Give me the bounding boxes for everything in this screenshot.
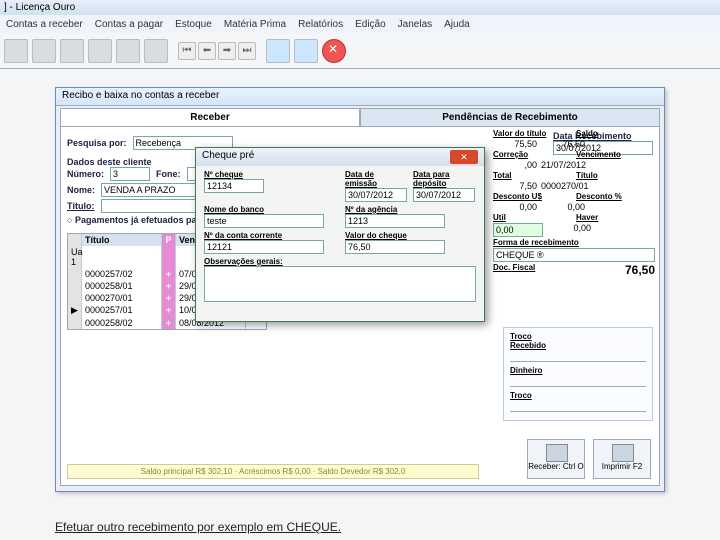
menu-ajuda[interactable]: Ajuda xyxy=(444,19,470,30)
saldo-label: Saldo xyxy=(576,129,655,138)
obs-textarea[interactable] xyxy=(204,266,476,302)
valor-titulo-value: 75,50 xyxy=(493,139,537,149)
tab-pendencias[interactable]: Pendências de Recebimento xyxy=(360,108,660,126)
ncheque-input[interactable] xyxy=(204,179,264,193)
menu-janelas[interactable]: Janelas xyxy=(398,19,432,30)
modal-title: Cheque pré xyxy=(202,150,254,164)
grid-header-titulo: Título xyxy=(82,234,162,246)
haver-value: 0,00 xyxy=(547,223,591,237)
receber-button[interactable]: Receber: Ctrl O xyxy=(527,439,585,479)
agencia-label: Nº da agência xyxy=(345,205,476,214)
menu-estoque[interactable]: Estoque xyxy=(175,19,212,30)
ncheque-label: Nº cheque xyxy=(204,170,335,179)
modal-close-icon[interactable]: ✕ xyxy=(450,150,478,164)
grid-header-sel xyxy=(68,234,82,246)
titulo-input[interactable] xyxy=(101,199,201,213)
pesquisa-label: Pesquisa por: xyxy=(67,138,127,148)
agencia-input[interactable] xyxy=(345,214,445,228)
menu-contas-pagar[interactable]: Contas a pagar xyxy=(95,19,163,30)
doc-fiscal-value: 76,50 xyxy=(611,263,655,277)
numero-input[interactable] xyxy=(110,167,150,181)
doc-fiscal-label: Doc. Fiscal xyxy=(493,263,607,277)
toolbar-button-close[interactable] xyxy=(322,39,346,63)
obs-label: Observações gerais: xyxy=(204,257,476,266)
troco-label: Troco xyxy=(510,391,646,400)
right-summary: Valor do título Saldo 75,50 76,50 Correção… xyxy=(493,129,655,277)
desc-us-value: 0,00 xyxy=(493,202,537,212)
deposito-input[interactable] xyxy=(413,188,475,202)
status-bar: Saldo principal R$ 302,10 · Acréscimos R… xyxy=(67,464,479,479)
imprimir-button[interactable]: Imprimir F2 xyxy=(593,439,651,479)
nav-prev-icon[interactable]: ⬅ xyxy=(198,42,216,60)
titulo-label: Título: xyxy=(67,201,95,211)
tab-receber[interactable]: Receber xyxy=(60,108,360,126)
desc-pct-label: Desconto % xyxy=(576,192,655,201)
desc-pct-value: 0,00 xyxy=(541,202,585,212)
nav-last-icon[interactable]: ⏭ xyxy=(238,42,256,60)
correcao-label: Correção xyxy=(493,150,572,159)
util-label: Util xyxy=(493,213,572,222)
troco-title: Troco xyxy=(510,332,646,341)
toolbar-button-image2[interactable] xyxy=(294,39,318,63)
conta-label: Nº da conta corrente xyxy=(204,231,335,240)
menu-materia-prima[interactable]: Matéria Prima xyxy=(224,19,286,30)
venc-value: 21/07/2012 xyxy=(541,160,586,170)
desc-us-label: Desconto U$ xyxy=(493,192,572,201)
forma-label: Forma de recebimento xyxy=(493,238,655,247)
toolbar-button-1[interactable] xyxy=(4,39,28,63)
workspace: Recibo e baixa no contas a receber Receb… xyxy=(0,69,720,540)
banco-label: Nome do banco xyxy=(204,205,335,214)
rtitulo-label: Título xyxy=(576,171,655,180)
saldo-value: 76,50 xyxy=(541,139,585,149)
toolbar-button-2[interactable] xyxy=(32,39,56,63)
total-label: Total xyxy=(493,171,572,180)
cheque-modal: Cheque pré ✕ Nº cheque Data de emissão D… xyxy=(195,147,485,322)
dinheiro-label: Dinheiro xyxy=(510,366,646,375)
subwindow-title: Recibo e baixa no contas a receber xyxy=(56,88,664,106)
conta-input[interactable] xyxy=(204,240,324,254)
grid-header-p: P xyxy=(162,234,176,246)
slide-caption: Efetuar outro recebimento por exemplo em… xyxy=(55,520,341,534)
valor-cheque-input[interactable] xyxy=(345,240,445,254)
banco-input[interactable] xyxy=(204,214,324,228)
emissao-input[interactable] xyxy=(345,188,407,202)
correcao-value: ,00 xyxy=(493,160,537,170)
nav-first-icon[interactable]: ⏮ xyxy=(178,42,196,60)
nav-next-icon[interactable]: ➡ xyxy=(218,42,236,60)
toolbar: ⏮ ⬅ ➡ ⏭ xyxy=(0,33,720,69)
rtitulo-value: 0000270/01 xyxy=(541,181,589,191)
toolbar-button-5[interactable] xyxy=(116,39,140,63)
nome-label: Nome: xyxy=(67,185,95,195)
fone-label: Fone: xyxy=(156,169,181,179)
recebido-label: Recebido xyxy=(510,341,646,350)
toolbar-button-6[interactable] xyxy=(144,39,168,63)
haver-label: Haver xyxy=(576,213,655,222)
troco-box: Troco Recebido Dinheiro Troco xyxy=(503,327,653,421)
menu-relatorios[interactable]: Relatórios xyxy=(298,19,343,30)
total-value: 7,50 xyxy=(493,181,537,191)
valor-cheque-label: Valor do cheque xyxy=(345,231,476,240)
valor-titulo-label: Valor do título xyxy=(493,129,572,138)
forma-input[interactable] xyxy=(493,248,655,262)
emissao-label: Data de emissão xyxy=(345,170,407,188)
menu-contas-receber[interactable]: Contas a receber xyxy=(6,19,83,30)
numero-label: Número: xyxy=(67,169,104,179)
deposito-label: Data para depósito xyxy=(413,170,476,188)
menu-edicao[interactable]: Edição xyxy=(355,19,386,30)
toolbar-button-3[interactable] xyxy=(60,39,84,63)
util-input[interactable] xyxy=(493,223,543,237)
app-titlebar: ] - Licença Ouro xyxy=(0,0,720,15)
toolbar-button-4[interactable] xyxy=(88,39,112,63)
venc-label: Vencimento xyxy=(576,150,655,159)
menubar: Contas a receber Contas a pagar Estoque … xyxy=(0,15,720,33)
toolbar-button-image1[interactable] xyxy=(266,39,290,63)
